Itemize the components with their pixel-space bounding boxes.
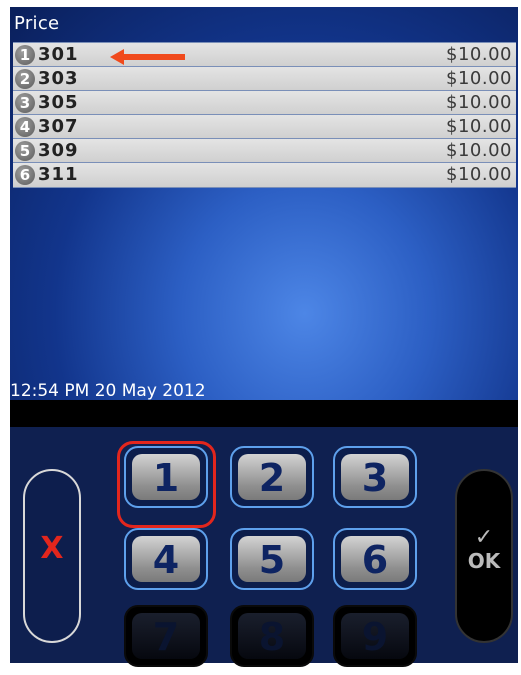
- keypad-key-3[interactable]: 3: [333, 446, 417, 508]
- row-number-badge: 6: [15, 165, 35, 185]
- row-code: 303: [38, 68, 79, 89]
- key-label: 3: [341, 454, 409, 500]
- row-price: $10.00: [446, 140, 512, 161]
- key-label: 7: [132, 613, 200, 659]
- row-price: $10.00: [446, 92, 512, 113]
- row-price: $10.00: [446, 164, 512, 185]
- cancel-button[interactable]: X: [23, 469, 81, 643]
- checkmark-icon: ✓: [474, 525, 494, 550]
- key-label: 8: [238, 613, 306, 659]
- keypad-key-2[interactable]: 2: [230, 446, 314, 508]
- keypad-key-7[interactable]: 7: [124, 605, 208, 667]
- arrow-left-icon: [110, 49, 185, 65]
- key-label: 9: [341, 613, 409, 659]
- keypad-key-8[interactable]: 8: [230, 605, 314, 667]
- price-screen: Price 1 301 $10.00 2 303 $10.00 3 305 $1…: [10, 7, 518, 400]
- row-code: 309: [38, 140, 79, 161]
- key-label: 6: [341, 536, 409, 582]
- ok-label: OK: [467, 549, 501, 573]
- screen-title: Price: [14, 13, 60, 34]
- key-1-highlight-box: [117, 441, 216, 528]
- price-row-4[interactable]: 4 307 $10.00: [13, 114, 516, 140]
- key-label: 5: [238, 536, 306, 582]
- timestamp: 12:54 PM 20 May 2012: [10, 381, 206, 400]
- row-code: 301: [38, 44, 79, 65]
- row-number-badge: 3: [15, 93, 35, 113]
- keypad-key-4[interactable]: 4: [124, 528, 208, 590]
- price-row-2[interactable]: 2 303 $10.00: [13, 66, 516, 92]
- price-row-5[interactable]: 5 309 $10.00: [13, 138, 516, 164]
- ok-button[interactable]: ✓ OK: [455, 469, 513, 643]
- row-code: 305: [38, 92, 79, 113]
- price-row-3[interactable]: 3 305 $10.00: [13, 90, 516, 116]
- key-label: 2: [238, 454, 306, 500]
- keypad-key-6[interactable]: 6: [333, 528, 417, 590]
- price-row-6[interactable]: 6 311 $10.00: [13, 162, 516, 188]
- row-number-badge: 4: [15, 117, 35, 137]
- row-price: $10.00: [446, 116, 512, 137]
- row-number-badge: 5: [15, 141, 35, 161]
- row-number-badge: 2: [15, 69, 35, 89]
- row-price: $10.00: [446, 68, 512, 89]
- key-label: 4: [132, 536, 200, 582]
- row-code: 311: [38, 164, 79, 185]
- keypad-key-5[interactable]: 5: [230, 528, 314, 590]
- keypad-key-9[interactable]: 9: [333, 605, 417, 667]
- row-number-badge: 1: [15, 45, 35, 65]
- divider-band: [10, 400, 518, 427]
- cancel-x-icon: X: [40, 531, 64, 566]
- row-price: $10.00: [446, 44, 512, 65]
- price-row-1[interactable]: 1 301 $10.00: [13, 42, 516, 68]
- row-code: 307: [38, 116, 79, 137]
